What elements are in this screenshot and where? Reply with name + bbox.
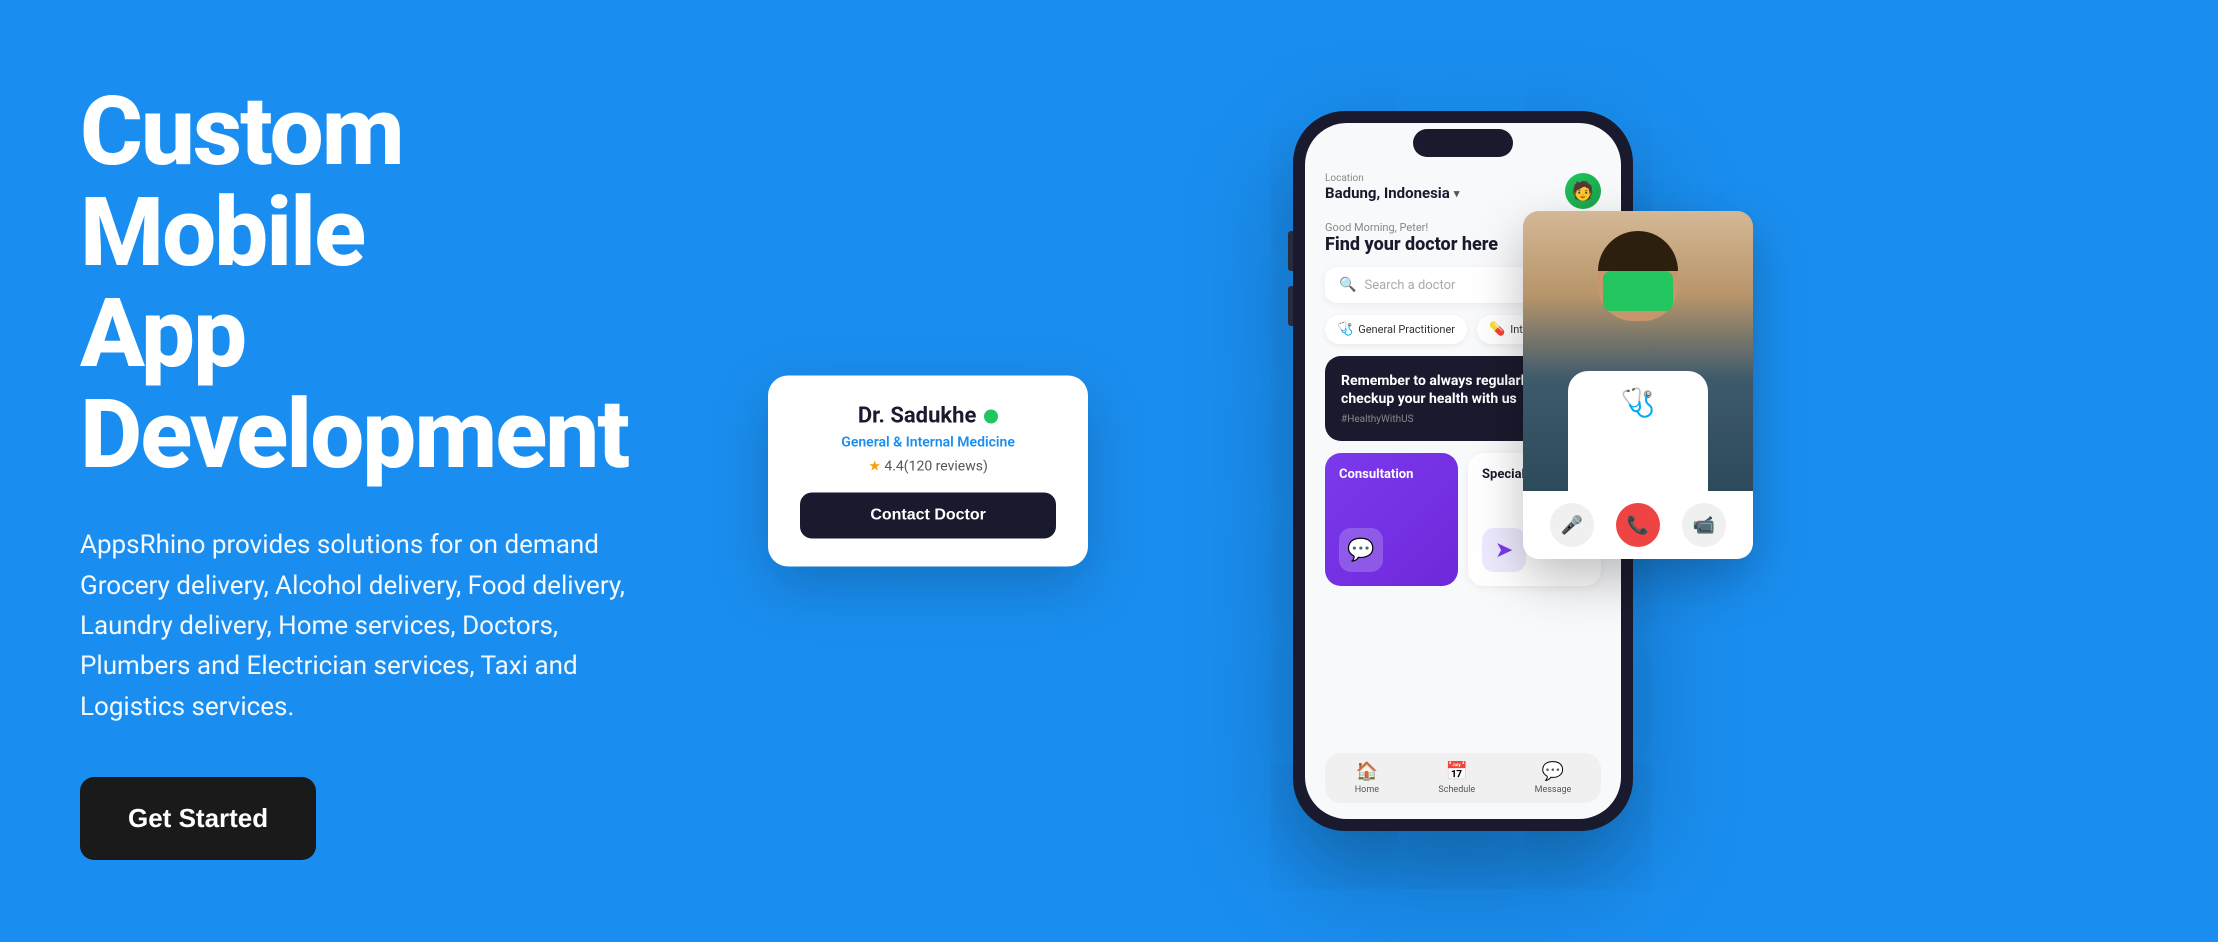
video-icon: 📹 — [1693, 515, 1715, 536]
nav-home[interactable]: 🏠 Home — [1355, 761, 1379, 795]
location-row: Location Badung, Indonesia ▾ 🧑 — [1325, 173, 1601, 209]
contact-doctor-button[interactable]: Contact Doctor — [800, 493, 1056, 539]
consultation-icon: 💬 — [1339, 528, 1383, 572]
video-toggle-button[interactable]: 📹 — [1682, 503, 1726, 547]
home-icon: 🏠 — [1356, 761, 1378, 782]
nav-home-label: Home — [1355, 785, 1379, 795]
get-started-button[interactable]: Get Started — [80, 777, 316, 860]
doctor-hair — [1598, 231, 1678, 271]
video-controls: 🎤 📞 📹 — [1523, 491, 1753, 559]
phone-mockup: Location Badung, Indonesia ▾ 🧑 Good Mo — [1293, 111, 1633, 831]
volume-down-button — [1288, 286, 1293, 326]
avatar[interactable]: 🧑 — [1565, 173, 1601, 209]
chevron-down-icon: ▾ — [1454, 187, 1460, 200]
hero-description: AppsRhino provides solutions for on dema… — [80, 525, 628, 726]
hero-section: Custom Mobile App Development AppsRhino … — [0, 22, 708, 920]
doctor-name: Dr. Sadukhe — [858, 404, 977, 429]
hero-title: Custom Mobile App Development — [80, 82, 628, 485]
doctor-video-image: 🩺 — [1523, 211, 1753, 491]
star-icon: ★ — [868, 459, 881, 475]
doctor-head — [1598, 231, 1678, 321]
general-icon: 🩺 — [1337, 322, 1353, 337]
user-avatar-image: 🧑 — [1565, 173, 1601, 209]
phone-mockup-section: Dr. Sadukhe General & Internal Medicine … — [708, 0, 2218, 942]
special-icon: ➤ — [1482, 528, 1526, 572]
online-status-indicator — [984, 409, 998, 423]
category-general-label: General Practitioner — [1358, 323, 1455, 336]
message-icon: 💬 — [1542, 761, 1564, 782]
stethoscope-icon: 🩺 — [1621, 386, 1656, 419]
video-call-card: 🩺 🎤 📞 📹 — [1523, 211, 1753, 559]
doctor-card: Dr. Sadukhe General & Internal Medicine … — [768, 376, 1088, 567]
doctor-specialty: General & Internal Medicine — [800, 435, 1056, 451]
consultation-label: Consultation — [1339, 467, 1444, 482]
mute-icon: 🎤 — [1561, 515, 1583, 536]
category-general[interactable]: 🩺 General Practitioner — [1325, 315, 1467, 344]
end-call-icon: 📞 — [1627, 515, 1649, 536]
location-label: Location — [1325, 173, 1459, 184]
volume-up-button — [1288, 231, 1293, 271]
doctor-silhouette: 🩺 — [1523, 211, 1753, 491]
end-call-button[interactable]: 📞 — [1616, 503, 1660, 547]
bottom-navigation: 🏠 Home 📅 Schedule 💬 Message — [1325, 753, 1601, 803]
internal-icon: 💊 — [1489, 322, 1505, 337]
nav-schedule-label: Schedule — [1438, 785, 1475, 795]
consultation-card[interactable]: Consultation 💬 — [1325, 453, 1458, 586]
schedule-icon: 📅 — [1446, 761, 1468, 782]
doctor-body: 🩺 — [1568, 371, 1708, 491]
doctor-rating: ★ 4.4(120 reviews) — [800, 459, 1056, 475]
nav-message-label: Message — [1535, 785, 1572, 795]
mute-button[interactable]: 🎤 — [1550, 503, 1594, 547]
location-name[interactable]: Badung, Indonesia ▾ — [1325, 184, 1459, 202]
phone-notch — [1413, 129, 1513, 157]
doctor-mask — [1603, 271, 1673, 311]
nav-schedule[interactable]: 📅 Schedule — [1438, 761, 1475, 795]
search-icon: 🔍 — [1339, 277, 1356, 293]
nav-message[interactable]: 💬 Message — [1535, 761, 1572, 795]
search-input[interactable]: Search a doctor — [1364, 278, 1455, 293]
